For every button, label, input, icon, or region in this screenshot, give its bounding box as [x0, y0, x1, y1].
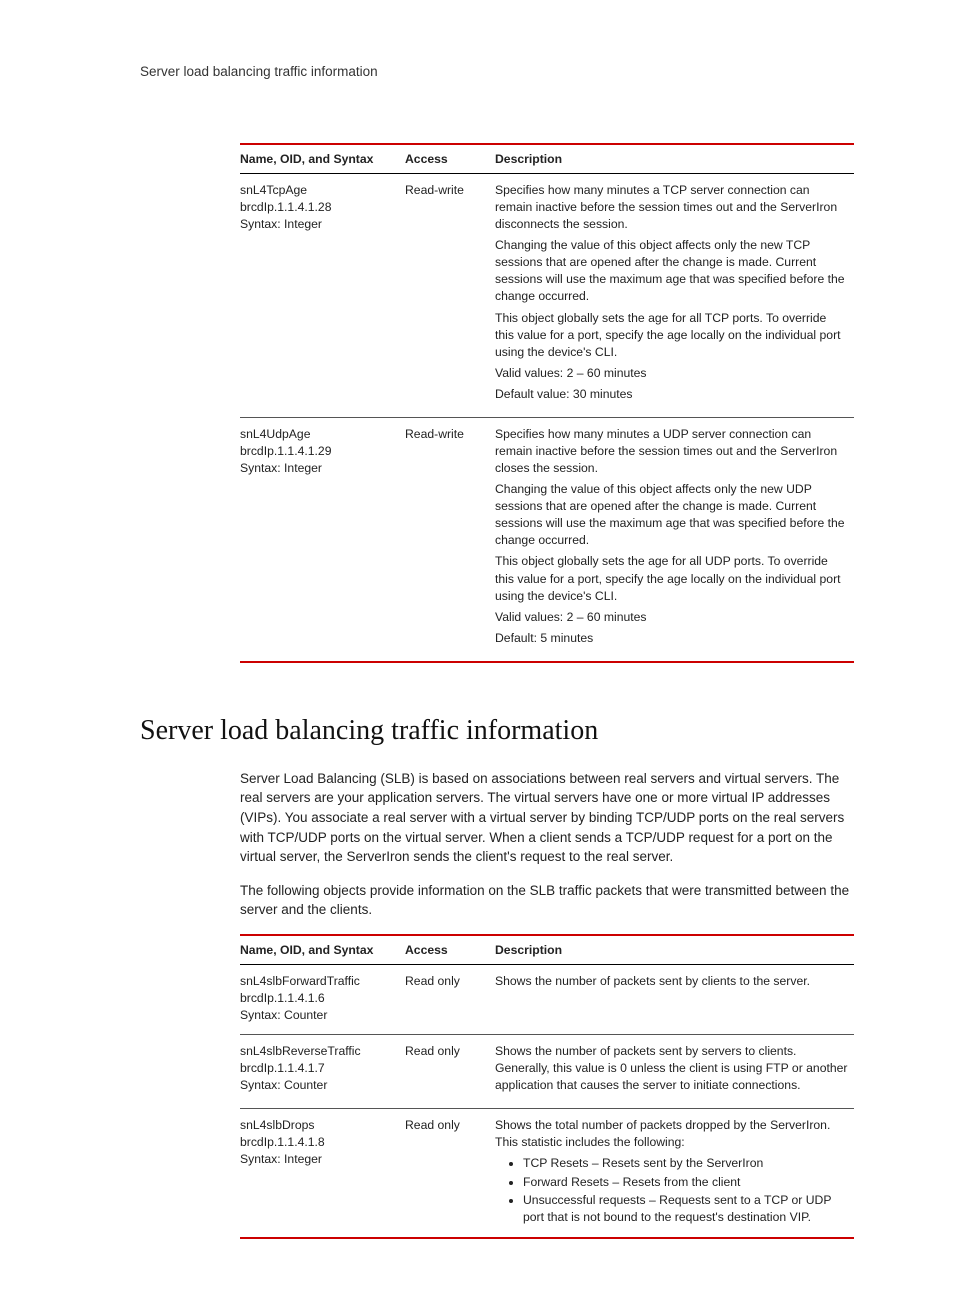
mib-access: Read only: [405, 1109, 495, 1239]
mib-oid: brcdIp.1.1.4.1.8: [240, 1134, 399, 1151]
desc-para: Specifies how many minutes a TCP server …: [495, 182, 848, 233]
mib-oid: brcdIp.1.1.4.1.6: [240, 990, 399, 1007]
mib-name: snL4slbDrops: [240, 1117, 399, 1134]
intro-para: The following objects provide informatio…: [240, 881, 854, 920]
desc-para: Valid values: 2 – 60 minutes: [495, 365, 848, 382]
desc-para: Changing the value of this object affect…: [495, 481, 848, 549]
desc-para: This object globally sets the age for al…: [495, 553, 848, 604]
mib-name: snL4UdpAge: [240, 426, 399, 443]
page-header: Server load balancing traffic informatio…: [140, 64, 854, 79]
mib-name: snL4TcpAge: [240, 182, 399, 199]
table-row: snL4TcpAge brcdIp.1.1.4.1.28 Syntax: Int…: [240, 174, 854, 418]
mib-table-slb-traffic: Name, OID, and Syntax Access Description…: [240, 934, 854, 1240]
table-row: snL4slbForwardTraffic brcdIp.1.1.4.1.6 S…: [240, 964, 854, 1034]
col-header-access: Access: [405, 144, 495, 174]
mib-oid: brcdIp.1.1.4.1.28: [240, 199, 399, 216]
table-row: snL4slbReverseTraffic brcdIp.1.1.4.1.7 S…: [240, 1035, 854, 1109]
desc-para: Shows the number of packets sent by serv…: [495, 1043, 848, 1094]
col-header-name: Name, OID, and Syntax: [240, 935, 405, 965]
mib-access: Read-write: [405, 417, 495, 661]
mib-syntax: Syntax: Counter: [240, 1007, 399, 1024]
mib-syntax: Syntax: Integer: [240, 216, 399, 233]
desc-para: Changing the value of this object affect…: [495, 237, 848, 305]
section-heading: Server load balancing traffic informatio…: [140, 715, 854, 747]
mib-syntax: Syntax: Integer: [240, 460, 399, 477]
desc-bullet: TCP Resets – Resets sent by the ServerIr…: [523, 1155, 848, 1171]
mib-syntax: Syntax: Counter: [240, 1077, 399, 1094]
mib-access: Read-write: [405, 174, 495, 418]
desc-bullet-list: TCP Resets – Resets sent by the ServerIr…: [495, 1155, 848, 1225]
desc-bullet: Forward Resets – Resets from the client: [523, 1174, 848, 1190]
desc-para: Shows the total number of packets droppe…: [495, 1117, 848, 1151]
mib-access: Read only: [405, 964, 495, 1034]
desc-bullet: Unsuccessful requests – Requests sent to…: [523, 1192, 848, 1225]
table-row: snL4slbDrops brcdIp.1.1.4.1.8 Syntax: In…: [240, 1109, 854, 1239]
intro-para: Server Load Balancing (SLB) is based on …: [240, 769, 854, 867]
mib-oid: brcdIp.1.1.4.1.29: [240, 443, 399, 460]
col-header-description: Description: [495, 144, 854, 174]
desc-para: Valid values: 2 – 60 minutes: [495, 609, 848, 626]
desc-para: Specifies how many minutes a UDP server …: [495, 426, 848, 477]
mib-access: Read only: [405, 1035, 495, 1109]
col-header-access: Access: [405, 935, 495, 965]
col-header-description: Description: [495, 935, 854, 965]
mib-table-session-age: Name, OID, and Syntax Access Description…: [240, 143, 854, 663]
mib-oid: brcdIp.1.1.4.1.7: [240, 1060, 399, 1077]
mib-name: snL4slbReverseTraffic: [240, 1043, 399, 1060]
desc-para: Default value: 30 minutes: [495, 386, 848, 403]
mib-syntax: Syntax: Integer: [240, 1151, 399, 1168]
table-row: snL4UdpAge brcdIp.1.1.4.1.29 Syntax: Int…: [240, 417, 854, 661]
col-header-name: Name, OID, and Syntax: [240, 144, 405, 174]
mib-name: snL4slbForwardTraffic: [240, 973, 399, 990]
desc-para: Shows the number of packets sent by clie…: [495, 973, 848, 990]
desc-para: This object globally sets the age for al…: [495, 310, 848, 361]
desc-para: Default: 5 minutes: [495, 630, 848, 647]
